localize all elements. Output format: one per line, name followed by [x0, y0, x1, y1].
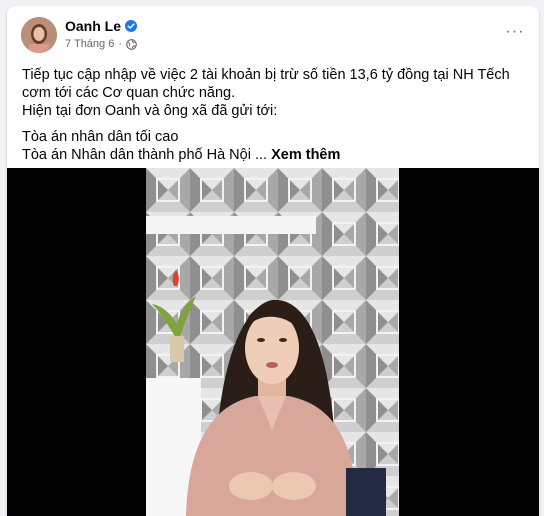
post-line-with-see-more: Tòa án Nhân dân thành phố Hà Nội ... Xem…	[22, 146, 532, 164]
see-more-link[interactable]: Xem thêm	[271, 147, 340, 163]
post-header: Oanh Le 7 Tháng 6 · ···	[7, 6, 539, 56]
video-player[interactable]	[7, 168, 539, 516]
video-frame	[146, 168, 399, 516]
post-card: Oanh Le 7 Tháng 6 · ··· Tiếp tục cập nhậ…	[7, 6, 539, 516]
author-name[interactable]: Oanh Le	[65, 18, 121, 34]
post-date[interactable]: 7 Tháng 6	[65, 38, 114, 50]
post-body: Tiếp tục cập nhập về việc 2 tài khoản bị…	[22, 66, 532, 164]
post-line: Tiếp tục cập nhập về việc 2 tài khoản bị…	[22, 67, 510, 101]
post-line: Tòa án nhân dân tối cao	[22, 129, 179, 145]
more-horizontal-icon[interactable]: ···	[501, 20, 529, 44]
meta-separator: ·	[118, 38, 123, 50]
verified-badge-icon	[125, 20, 138, 32]
post-line: Hiện tại đơn Oanh và ông xã đã gửi tới:	[22, 103, 278, 119]
globe-icon[interactable]	[126, 38, 137, 50]
author-avatar[interactable]	[21, 17, 57, 53]
post-line: Tòa án Nhân dân thành phố Hà Nội ...	[22, 147, 268, 163]
